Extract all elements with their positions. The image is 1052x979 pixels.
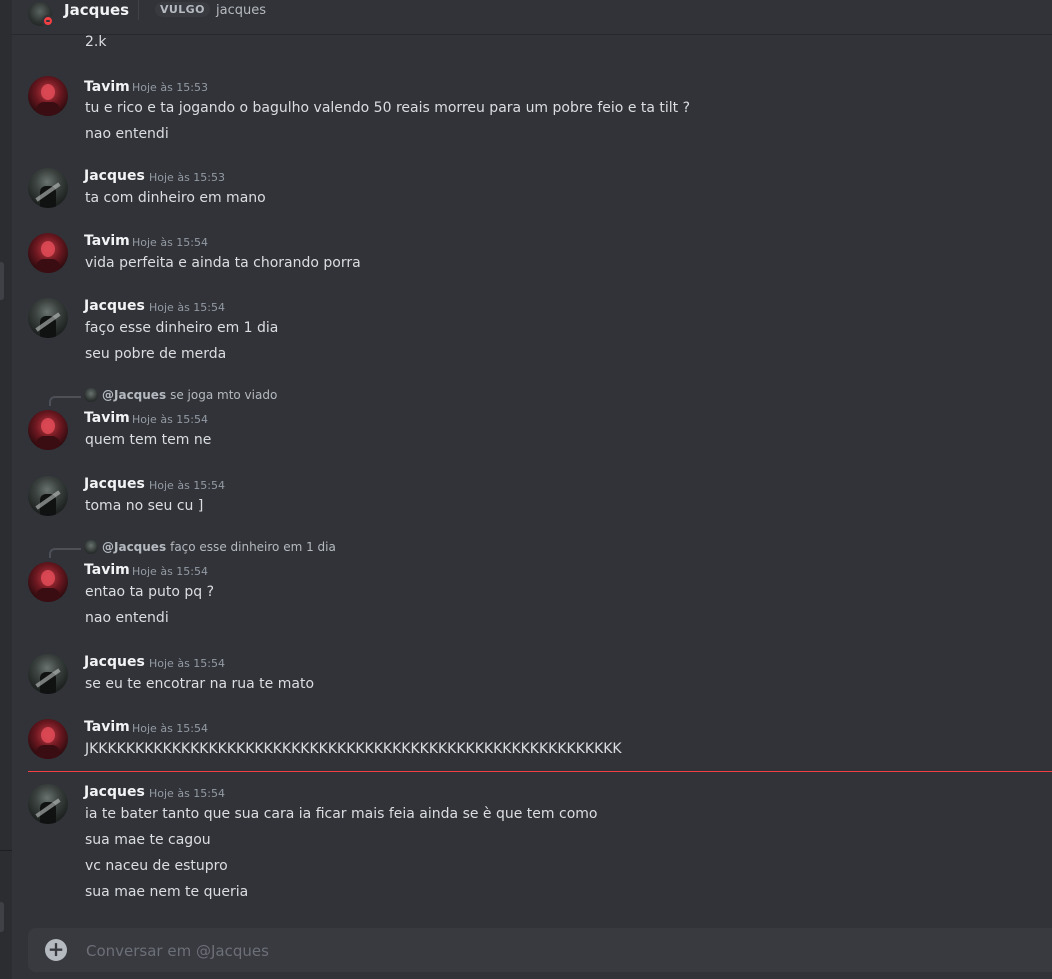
sidebar-edge [0,0,12,979]
message-content: quem tem tem ne [85,432,212,448]
message-content: 2.k [85,34,107,50]
message-content: nao entendi [85,610,169,626]
avatar[interactable] [28,719,68,759]
message-timestamp: Hoje às 15:54 [132,565,208,578]
dnd-status-icon [42,15,54,27]
dm-header: Jacques VULGO jacques [12,0,1052,35]
reply-connector [49,396,81,406]
avatar[interactable] [28,784,68,824]
message-composer: + [28,928,1052,972]
avatar[interactable] [28,562,68,602]
message-content: ia te bater tanto que sua cara ia ficar … [85,806,598,822]
message-content: ta com dinheiro em mano [85,190,266,206]
reply-author[interactable]: @Jacques [102,388,166,402]
message-timestamp: Hoje às 15:54 [132,722,208,735]
header-username: jacques [216,3,266,18]
message-timestamp: Hoje às 15:54 [149,787,225,800]
message-input[interactable] [84,936,988,966]
message-content: vc naceu de estupro [85,858,228,874]
message-author[interactable]: Jacques [84,298,145,314]
server-tag-badge[interactable]: VULGO [155,2,210,17]
message-content: vida perfeita e ainda ta chorando porra [85,255,361,271]
message-list: 2.k Tavim Hoje às 15:53 tu e rico e ta j… [12,34,1052,924]
reply-text[interactable]: faço esse dinheiro em 1 dia [170,540,336,554]
message-content: tu e rico e ta jogando o bagulho valendo… [85,100,691,116]
reply-avatar [84,540,98,554]
sidebar-divider [0,850,12,851]
message-timestamp: Hoje às 15:54 [132,413,208,426]
message-content: faço esse dinheiro em 1 dia [85,320,279,336]
message-content: nao entendi [85,126,169,142]
add-attachment-icon[interactable]: + [45,939,67,961]
message-author[interactable]: Jacques [84,654,145,670]
message-content: JKKKKKKKKKKKKKKKKKKKKKKKKKKKKKKKKKKKKKKK… [85,741,622,757]
reply-author[interactable]: @Jacques [102,540,166,554]
avatar[interactable] [28,76,68,116]
message-author[interactable]: Jacques [84,168,145,184]
message-timestamp: Hoje às 15:53 [132,81,208,94]
message-content: seu pobre de merda [85,346,227,362]
reply-text[interactable]: se joga mto viado [170,388,277,402]
message-content: sua mae nem te queria [85,884,249,900]
message-author[interactable]: Tavim [84,79,130,95]
message-content: entao ta puto pq ? [85,584,215,600]
avatar[interactable] [28,298,68,338]
message-content: toma no seu cu ] [85,498,204,514]
avatar[interactable] [28,654,68,694]
message-author[interactable]: Tavim [84,562,130,578]
header-title[interactable]: Jacques [64,1,129,19]
avatar[interactable] [28,233,68,273]
message-author[interactable]: Tavim [84,233,130,249]
new-messages-divider [28,771,1052,772]
message-timestamp: Hoje às 15:54 [149,479,225,492]
message-timestamp: Hoje às 15:54 [149,657,225,670]
message-timestamp: Hoje às 15:54 [132,236,208,249]
message-content: sua mae te cagou [85,832,211,848]
avatar[interactable] [28,168,68,208]
message-author[interactable]: Jacques [84,476,145,492]
reply-connector [49,548,81,558]
avatar[interactable] [28,410,68,450]
header-divider [138,0,139,20]
message-timestamp: Hoje às 15:54 [149,301,225,314]
avatar[interactable] [28,476,68,516]
message-author[interactable]: Tavim [84,410,130,426]
message-author[interactable]: Jacques [84,784,145,800]
reply-preview[interactable]: @Jacques se joga mto viado [84,388,277,402]
sidebar-scroll-indicator [0,262,4,300]
reply-avatar [84,388,98,402]
message-author[interactable]: Tavim [84,719,130,735]
sidebar-scroll-indicator-bottom [0,902,4,932]
message-content: se eu te encotrar na rua te mato [85,676,315,692]
message-timestamp: Hoje às 15:53 [149,171,225,184]
reply-preview[interactable]: @Jacques faço esse dinheiro em 1 dia [84,540,336,554]
